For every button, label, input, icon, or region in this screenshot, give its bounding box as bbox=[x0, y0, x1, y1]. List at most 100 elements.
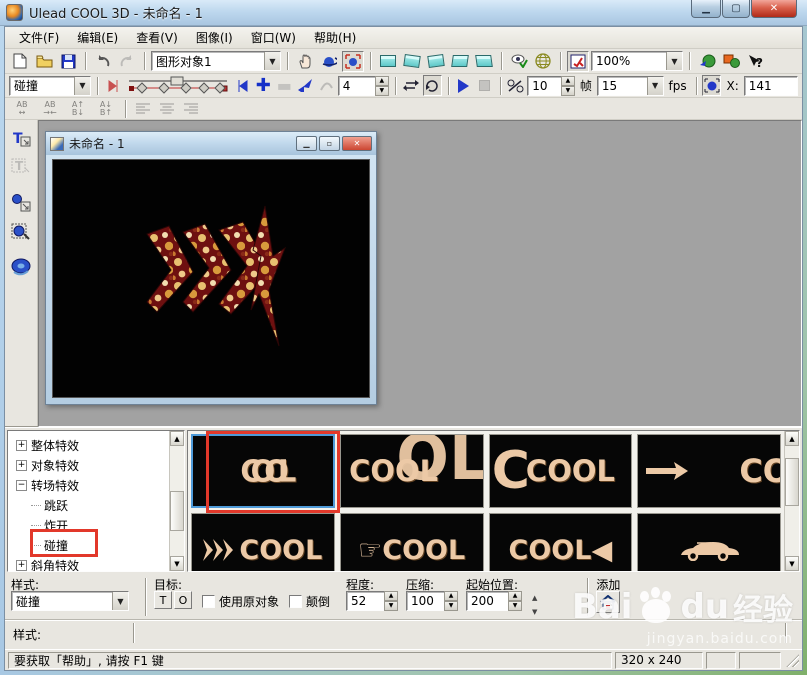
last-frame-button[interactable] bbox=[233, 75, 252, 96]
zoom-selector[interactable]: 100% ▼ bbox=[591, 51, 683, 71]
baseline-raise-button[interactable]: A↑ B↓ bbox=[65, 98, 91, 119]
start-position-spinner[interactable]: 200 ▲ ▼ bbox=[466, 591, 523, 611]
menu-edit[interactable]: 编辑(E) bbox=[69, 27, 126, 48]
maximize-button[interactable]: ▢ bbox=[722, 0, 750, 18]
wireframe-button[interactable] bbox=[532, 51, 554, 72]
stop-button[interactable] bbox=[475, 75, 494, 96]
scroll-down-icon[interactable]: ▼ bbox=[785, 556, 799, 571]
scroll-thumb[interactable] bbox=[170, 491, 184, 531]
play-button[interactable] bbox=[454, 75, 473, 96]
scroll-thumb[interactable] bbox=[785, 458, 799, 506]
render-canvas[interactable] bbox=[52, 159, 370, 398]
nudge-up-icon[interactable]: ▲ bbox=[532, 594, 537, 602]
spinner-arrows[interactable]: ▲ ▼ bbox=[560, 75, 575, 96]
thumb-collide-5[interactable]: COOL bbox=[191, 513, 335, 571]
collapse-icon[interactable]: − bbox=[16, 479, 27, 491]
spinner-arrows[interactable]: ▲ ▼ bbox=[374, 75, 389, 96]
export-web-button[interactable] bbox=[696, 51, 718, 72]
resize-grip[interactable] bbox=[786, 653, 799, 667]
rotate-tool-button[interactable] bbox=[318, 51, 340, 72]
context-help-button[interactable]: ? bbox=[744, 51, 766, 72]
add-keyframe-button[interactable]: ✚ bbox=[254, 75, 273, 96]
edit-object-button[interactable] bbox=[8, 218, 34, 243]
minimize-button[interactable]: ▁ bbox=[691, 0, 721, 18]
close-button[interactable]: ✕ bbox=[751, 0, 797, 18]
fps-selector[interactable]: 15 ▼ bbox=[596, 75, 664, 96]
scroll-up-icon[interactable]: ▲ bbox=[170, 431, 184, 446]
spin-up-icon[interactable]: ▲ bbox=[374, 75, 389, 86]
thumb-collide-2[interactable]: COOL OL bbox=[339, 434, 484, 508]
spin-down-icon[interactable]: ▼ bbox=[374, 85, 389, 96]
insert-object-button[interactable] bbox=[8, 190, 34, 215]
loop-path-button[interactable] bbox=[317, 75, 336, 96]
doc-minimize-button[interactable]: ▁ bbox=[296, 136, 317, 151]
flip-checkbox[interactable] bbox=[289, 595, 303, 608]
tree-item-collide[interactable]: 碰撞 bbox=[8, 535, 169, 555]
menu-image[interactable]: 图像(I) bbox=[188, 27, 241, 48]
expand-icon[interactable]: + bbox=[16, 559, 27, 571]
timeline-slider[interactable] bbox=[127, 76, 229, 96]
edit-text-button[interactable]: T bbox=[8, 154, 34, 179]
expand-icon[interactable]: + bbox=[16, 439, 27, 451]
tree-item-explode[interactable]: 炸开 bbox=[8, 515, 169, 535]
gallery-scrollbar[interactable]: ▲ ▼ bbox=[784, 431, 799, 571]
remove-keyframe-button[interactable]: ▬ bbox=[275, 75, 294, 96]
scroll-up-icon[interactable]: ▲ bbox=[785, 431, 799, 446]
export-image-button[interactable] bbox=[720, 51, 742, 72]
pan-tool-button[interactable] bbox=[294, 51, 316, 72]
align-left-button[interactable] bbox=[132, 98, 154, 119]
spin-up-icon[interactable]: ▲ bbox=[508, 591, 523, 601]
target-object-button[interactable]: O bbox=[174, 591, 192, 609]
scroll-track[interactable] bbox=[170, 446, 184, 556]
object-selector[interactable]: 图形对象1 ▼ bbox=[151, 51, 281, 71]
effect-selector[interactable]: 碰撞 ▼ bbox=[9, 75, 91, 96]
reverse-keyframes-button[interactable] bbox=[296, 75, 315, 96]
keyframe-count-spinner[interactable]: 4 ▲ ▼ bbox=[337, 75, 389, 96]
degree-spinner[interactable]: 52 ▲ ▼ bbox=[346, 591, 399, 611]
use-original-checkbox-row[interactable]: 使用原对象 bbox=[202, 593, 279, 610]
tree-item-transition[interactable]: − 转场特效 bbox=[8, 475, 169, 495]
tree-item-bevel[interactable]: + 斜角特效 bbox=[8, 555, 169, 571]
spin-up-icon[interactable]: ▲ bbox=[444, 591, 459, 601]
tree-scrollbar[interactable]: ▲ ▼ bbox=[169, 431, 184, 571]
thumb-collide-1[interactable]: COOL bbox=[191, 434, 335, 508]
fit-selection-button[interactable] bbox=[342, 50, 364, 72]
redo-button[interactable] bbox=[116, 51, 138, 72]
view-persp2-button[interactable] bbox=[473, 51, 495, 72]
align-right-button[interactable] bbox=[180, 98, 202, 119]
edit-mode-toggle[interactable] bbox=[567, 50, 589, 72]
document-window[interactable]: 未命名 - 1 ▁ ▫ ✕ bbox=[45, 131, 377, 405]
insert-text-button[interactable]: T bbox=[8, 126, 34, 151]
spin-down-icon[interactable]: ▼ bbox=[508, 601, 523, 611]
baseline-lower-button[interactable]: A↓ B↑ bbox=[93, 98, 119, 119]
menu-window[interactable]: 窗口(W) bbox=[243, 27, 304, 48]
nudge-down-icon[interactable]: ▼ bbox=[532, 608, 537, 616]
view-side-button[interactable] bbox=[425, 51, 447, 72]
open-button[interactable] bbox=[33, 51, 55, 72]
doc-restore-button[interactable]: ▫ bbox=[319, 136, 340, 151]
new-button[interactable] bbox=[9, 51, 31, 72]
scroll-track[interactable] bbox=[785, 446, 799, 556]
thumb-collide-8[interactable] bbox=[637, 513, 781, 571]
use-original-checkbox[interactable] bbox=[202, 595, 215, 608]
align-center-button[interactable] bbox=[156, 98, 178, 119]
flip-checkbox-row[interactable]: 颠倒 bbox=[289, 593, 330, 610]
target-text-button[interactable]: T bbox=[154, 591, 172, 609]
spin-up-icon[interactable]: ▲ bbox=[384, 591, 399, 601]
doc-close-button[interactable]: ✕ bbox=[342, 136, 372, 151]
tree-item-global[interactable]: + 整体特效 bbox=[8, 435, 169, 455]
tree-item-jump[interactable]: 跳跃 bbox=[8, 495, 169, 515]
first-frame-button[interactable] bbox=[104, 75, 123, 96]
view-front-button[interactable] bbox=[377, 51, 399, 72]
preview-quality-button[interactable] bbox=[508, 51, 530, 72]
frame-spinner[interactable]: 10 ▲ ▼ bbox=[527, 75, 575, 96]
spinner-arrows[interactable]: ▲ ▼ bbox=[444, 591, 459, 611]
thumb-collide-3[interactable]: C COOL bbox=[488, 434, 633, 508]
x-input[interactable]: 141 bbox=[743, 75, 798, 96]
scroll-down-icon[interactable]: ▼ bbox=[170, 556, 184, 571]
compress-spinner[interactable]: 100 ▲ ▼ bbox=[406, 591, 459, 611]
menu-help[interactable]: 帮助(H) bbox=[306, 27, 364, 48]
thumb-collide-6[interactable]: ☞ COOL bbox=[339, 513, 484, 571]
position-mode-button[interactable] bbox=[702, 75, 722, 96]
undo-button[interactable] bbox=[92, 51, 114, 72]
